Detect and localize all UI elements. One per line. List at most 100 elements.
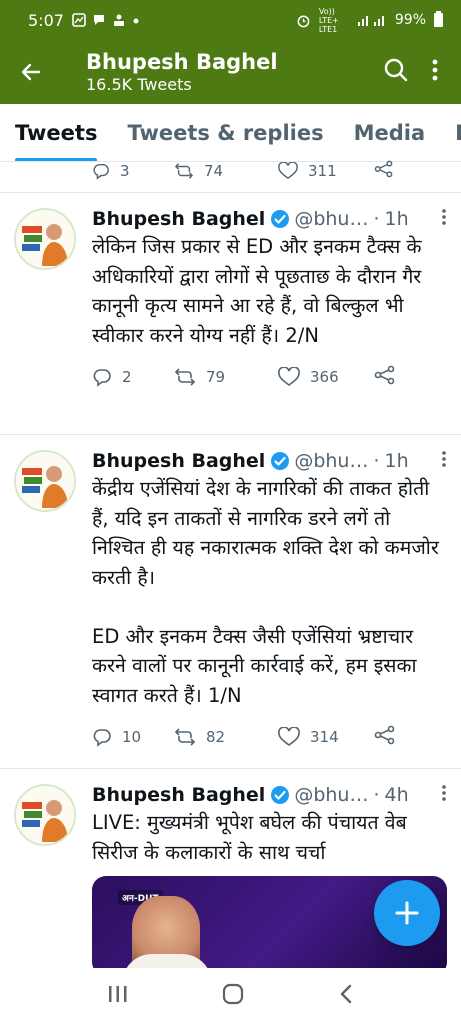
tab-tweets[interactable]: Tweets [0,104,112,161]
tweet-text: LIVE: मुख्यमंत्री भूपेश बघेल की पंचायत व… [92,811,413,864]
status-time: 5:07 [28,10,64,30]
tweet-header: Bhupesh Baghel @bhu… · 4h [92,782,447,808]
reply-icon [93,729,111,747]
more-vertical-icon [432,59,438,81]
tweet-time: 1h [384,208,409,230]
reply-count: 2 [122,368,132,386]
more-vertical-icon [442,450,446,467]
plus-icon [395,901,419,925]
tab-likes[interactable]: Lik [440,104,461,161]
chevron-left-icon [340,984,352,1004]
recent-apps-button[interactable] [107,984,129,1008]
retweet-count: 79 [206,368,226,386]
reply-icon [93,369,111,387]
author-name[interactable]: Bhupesh Baghel [92,450,265,472]
profile-tabs: Tweets Tweets & replies Media Lik [0,104,461,162]
profile-name: Bhupesh Baghel [86,50,278,74]
separator-dot: · [373,208,380,230]
status-bar: 5:07 Vo)) LTE+ LTE1 99% [0,0,461,40]
verified-badge-icon [270,785,290,805]
tweet-actions: 10 82 314 [92,725,447,749]
reply-button[interactable]: 2 [92,367,174,387]
avatar-image [16,452,74,510]
tweet-more-button[interactable] [441,208,447,231]
battery-icon [434,11,443,27]
tweet-body: Bhupesh Baghel @bhu… · 1h केंद्रीय एजेंस… [92,448,447,748]
heart-icon [278,162,298,180]
partial-tweet-actions: 3 74 311 [92,160,394,182]
profile-title: Bhupesh Baghel 16.5K Tweets [86,49,278,95]
like-button[interactable]: 314 [278,727,374,747]
search-button[interactable] [383,57,409,87]
like-count: 314 [310,728,339,746]
author-name[interactable]: Bhupesh Baghel [92,784,265,806]
header-actions [383,57,461,87]
tab-media[interactable]: Media [339,104,441,161]
system-back-button[interactable] [338,983,354,1009]
avatar-image [16,786,74,844]
retweet-icon [174,163,194,179]
share-button[interactable] [374,365,396,389]
retweet-count: 74 [204,162,224,180]
signal-icon [357,16,384,26]
author-handle[interactable]: @bhu… [294,208,368,230]
reply-button[interactable]: 10 [92,727,174,747]
like-count: 366 [310,368,339,386]
tweet-body: Bhupesh Baghel @bhu… · 4h LIVE: मुख्यमंत… [92,782,447,867]
tweet-body: Bhupesh Baghel @bhu… · 1h लेकिन जिस प्रक… [92,206,447,388]
reply-button[interactable]: 3 [92,162,174,180]
arrow-left-icon [21,63,41,81]
tab-tweets-replies[interactable]: Tweets & replies [112,104,338,161]
author-name[interactable]: Bhupesh Baghel [92,208,265,230]
like-button[interactable]: 366 [278,367,374,387]
tweet-header: Bhupesh Baghel @bhu… · 1h [92,448,447,474]
tweet-item[interactable]: Bhupesh Baghel @bhu… · 1h केंद्रीय एजेंस… [0,434,461,768]
verified-badge-icon [270,451,290,471]
verified-badge-icon [270,209,290,229]
battery-percent: 99% [394,12,426,28]
chat-notification-icon [93,15,104,25]
compose-tweet-button[interactable] [374,880,440,946]
retweet-button[interactable]: 82 [174,727,278,747]
home-button[interactable] [222,983,244,1009]
separator-dot: · [373,784,380,806]
tweet-more-button[interactable] [441,784,447,807]
back-button[interactable] [0,40,62,104]
system-navigation-bar [0,968,461,1024]
alarm-icon [297,15,310,27]
tweet-text: केंद्रीय एजेंसियां देश के नागरिकों की ता… [92,477,439,707]
search-icon [384,58,408,82]
avatar[interactable] [14,784,76,846]
tweet-header: Bhupesh Baghel @bhu… · 1h [92,206,447,232]
share-button[interactable] [374,725,396,749]
more-vertical-icon [442,784,446,801]
tweet-more-button[interactable] [441,450,447,473]
avatar[interactable] [14,450,76,512]
like-button[interactable]: 311 [278,162,374,180]
gallery-notification-icon [72,13,86,27]
app-header: Bhupesh Baghel 16.5K Tweets [0,40,461,104]
retweet-icon [174,728,196,746]
retweet-button[interactable]: 79 [174,367,278,387]
author-handle[interactable]: @bhu… [294,450,368,472]
more-vertical-icon [442,208,446,225]
share-icon [374,365,395,385]
heart-icon [278,367,300,386]
network-label: Vo)) LTE+ LTE1 [318,6,339,34]
avatar-image [16,210,74,268]
tweet-time: 4h [384,784,409,806]
tweet-time: 1h [384,450,409,472]
app-notification-icon [113,14,124,26]
more-options-button[interactable] [431,58,439,86]
tweet-item[interactable]: Bhupesh Baghel @bhu… · 1h लेकिन जिस प्रक… [0,192,461,434]
tweet-actions: 2 79 366 [92,365,447,389]
share-button[interactable] [374,160,394,182]
status-right: Vo)) LTE+ LTE1 99% [296,7,443,34]
home-icon [223,983,244,1005]
avatar[interactable] [14,208,76,270]
tweet-count: 16.5K Tweets [86,75,192,94]
recent-apps-icon [108,986,127,1002]
retweet-button[interactable]: 74 [174,162,278,180]
author-handle[interactable]: @bhu… [294,784,368,806]
separator-dot: · [373,450,380,472]
